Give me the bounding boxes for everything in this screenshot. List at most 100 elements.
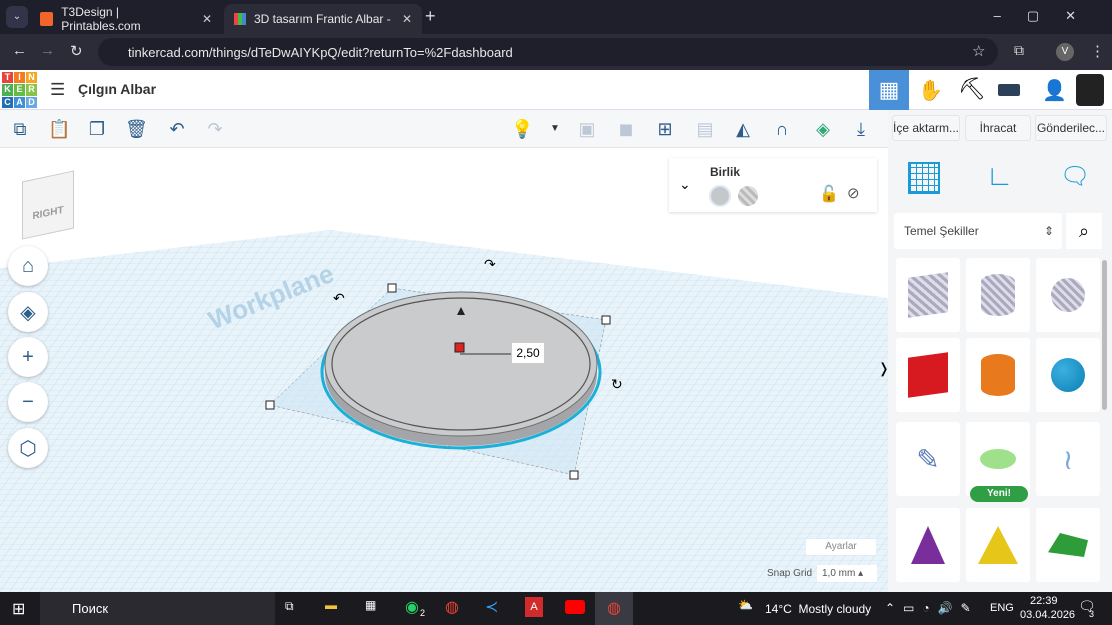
duplicate-icon[interactable]: ❐: [86, 118, 108, 140]
dropdown-arrow-icon[interactable]: ▼: [544, 118, 566, 140]
solid-color-swatch[interactable]: [709, 185, 731, 207]
bookmark-star-icon[interactable]: ☆: [972, 42, 985, 60]
settings-button[interactable]: Ayarlar: [806, 539, 876, 555]
new-tab-button[interactable]: +: [425, 6, 436, 27]
chrome-icon[interactable]: ◍: [445, 597, 459, 617]
url-input[interactable]: tinkercad.com/things/dTeDwAIYKpQ/edit?re…: [98, 38, 998, 66]
rotate-handle-icon[interactable]: ↶: [333, 290, 345, 307]
minecraft-pickaxe-icon[interactable]: ⛏: [958, 76, 986, 102]
workplane-grid[interactable]: Workplane: [0, 148, 888, 592]
extensions-icon[interactable]: ⧉: [1014, 42, 1024, 59]
ruler-icon[interactable]: ∟: [986, 160, 1013, 192]
copy-icon[interactable]: ⧉: [9, 118, 31, 140]
shape-sphere-hole[interactable]: [1036, 258, 1100, 332]
vscode-icon[interactable]: ≺: [485, 597, 498, 617]
clock-date[interactable]: 03.04.2026: [1020, 609, 1075, 621]
zoom-out-button[interactable]: −: [8, 382, 48, 422]
close-tab-icon[interactable]: ✕: [402, 12, 412, 26]
fit-view-button[interactable]: ◈: [8, 292, 48, 332]
tab-tinkercad[interactable]: 3D tasarım Frantic Albar - Tinke✕: [224, 4, 422, 34]
shape-cylinder-hole[interactable]: [966, 258, 1030, 332]
store-icon[interactable]: ▦: [365, 598, 376, 612]
hole-swatch[interactable]: [738, 186, 758, 206]
printables-icon: [40, 12, 53, 26]
window-controls[interactable]: –▢✕: [994, 8, 1102, 24]
shape-category-select[interactable]: Temel Şekiller⇕: [894, 213, 1062, 249]
back-icon[interactable]: ←: [12, 42, 27, 59]
delete-icon[interactable]: 🗑: [125, 118, 147, 140]
view-3d-button[interactable]: ▦: [869, 70, 909, 110]
profile-avatar[interactable]: V: [1056, 43, 1074, 61]
clock-time[interactable]: 22:39: [1030, 595, 1058, 607]
file-explorer-icon[interactable]: ▬: [325, 598, 337, 612]
youtube-icon[interactable]: [565, 600, 585, 614]
taskbar-search[interactable]: Поиск: [40, 592, 275, 625]
group-icon[interactable]: ▣: [576, 118, 598, 140]
weather-icon[interactable]: ⛅: [738, 598, 753, 612]
notifications-count: 3: [1089, 609, 1094, 619]
shape-scribble[interactable]: ✎: [896, 422, 960, 496]
shape-sphere[interactable]: [1036, 338, 1100, 412]
autocad-icon[interactable]: A: [525, 597, 543, 617]
codeblocks-icon[interactable]: ✋: [918, 78, 943, 103]
dimension-input[interactable]: 2,50: [511, 342, 545, 364]
weather-text[interactable]: 14°C Mostly cloudy: [765, 602, 871, 616]
shape-box[interactable]: [896, 338, 960, 412]
workplane-tool-icon[interactable]: ◈: [812, 118, 834, 140]
tab-printables[interactable]: T3Design | Printables.com✕: [30, 4, 222, 34]
notes-icon[interactable]: 🗨: [1060, 162, 1090, 191]
language-indicator[interactable]: ENG: [990, 602, 1014, 614]
snap-grid-select[interactable]: 1,0 mm ▴: [817, 565, 877, 582]
mirror-icon[interactable]: ◭: [732, 118, 754, 140]
windows-start-icon[interactable]: ⊞: [12, 599, 25, 619]
shape-cone[interactable]: [896, 508, 960, 582]
whatsapp-icon[interactable]: ◉: [405, 597, 419, 617]
align-icon[interactable]: ▤: [694, 118, 716, 140]
undo-icon[interactable]: ↶: [166, 118, 188, 140]
shape-text[interactable]: ≀: [1036, 422, 1100, 496]
import-button[interactable]: İçe aktarm...: [892, 115, 960, 141]
lego-brick-icon[interactable]: [998, 84, 1020, 96]
perspective-button[interactable]: ⬡: [8, 428, 48, 468]
zoom-in-button[interactable]: +: [8, 337, 48, 377]
task-view-icon[interactable]: ⧉: [285, 599, 294, 614]
shape-box-hole[interactable]: [896, 258, 960, 332]
panel-toggle-chevron[interactable]: ❭: [878, 360, 888, 377]
tinkercad-logo[interactable]: T I N K E R C A D: [2, 72, 37, 108]
design-title[interactable]: Çılgın Albar: [78, 81, 156, 97]
close-tab-icon[interactable]: ✕: [202, 12, 212, 26]
note-lightbulb-icon[interactable]: 💡: [511, 118, 533, 140]
forward-icon[interactable]: →: [40, 42, 55, 59]
magnet-icon[interactable]: ∩: [771, 118, 793, 140]
lock-open-icon[interactable]: 🔓: [819, 184, 839, 204]
invite-user-icon[interactable]: 👤: [1042, 78, 1067, 103]
cruise-icon[interactable]: ⊞: [654, 118, 676, 140]
home-view-button[interactable]: ⌂: [8, 246, 48, 286]
panel-scrollbar[interactable]: [1102, 260, 1107, 410]
design-list-icon[interactable]: ☰: [50, 80, 65, 100]
collapse-chevron-icon[interactable]: ⌄: [679, 176, 691, 193]
shape-new-spinner[interactable]: Yeni!: [966, 422, 1030, 496]
reload-icon[interactable]: ↻: [70, 42, 83, 60]
redo-icon[interactable]: ↷: [204, 118, 226, 140]
chrome-active-icon[interactable]: ◍: [595, 592, 633, 625]
tray-icons[interactable]: ⌃▭◔🔊✎: [885, 601, 979, 615]
workspace-canvas[interactable]: Workplane 2,50 ↷ ↶ ↻ RIGHT ⌂ ◈ + − ⬡ ⌄ B…: [0, 148, 888, 592]
drop-to-workplane-icon[interactable]: ⤓: [850, 118, 872, 140]
shape-cylinder[interactable]: [966, 338, 1030, 412]
search-shapes-button[interactable]: ⌕: [1066, 213, 1102, 249]
menu-icon[interactable]: ⋮: [1090, 42, 1105, 60]
shape-pyramid[interactable]: [966, 508, 1030, 582]
paste-icon[interactable]: 📋: [48, 118, 70, 140]
grid-view-icon[interactable]: [908, 162, 940, 194]
send-to-button[interactable]: Gönderilec...: [1035, 115, 1107, 141]
shape-roof[interactable]: [1036, 508, 1100, 582]
tab-search-button[interactable]: ⌄: [6, 6, 28, 28]
rotate-handle-icon[interactable]: ↷: [484, 256, 496, 273]
rotate-handle-icon[interactable]: ↻: [611, 376, 623, 393]
ungroup-icon[interactable]: ◼: [615, 118, 637, 140]
export-button[interactable]: İhracat: [965, 115, 1031, 141]
user-avatar[interactable]: [1076, 74, 1104, 106]
hide-lightbulb-icon[interactable]: ⊘: [847, 184, 860, 202]
view-cube[interactable]: RIGHT: [22, 170, 74, 239]
